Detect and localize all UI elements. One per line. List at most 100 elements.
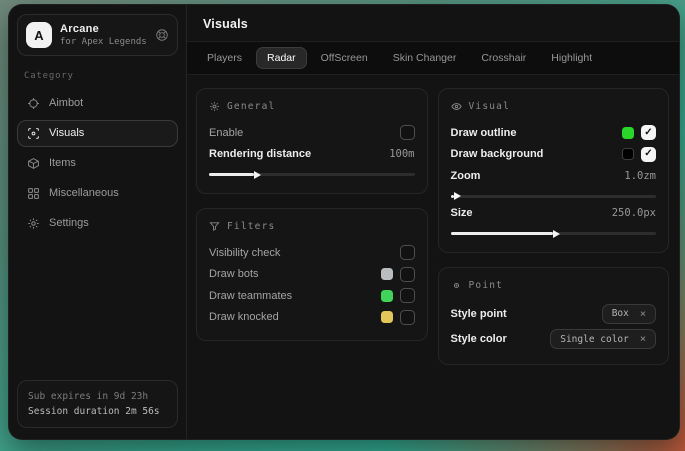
draw-teammates-checkbox[interactable] [400,288,415,303]
general-card: General Enable Rendering distance 100m [196,88,428,194]
sidebar-item-visuals[interactable]: Visuals [17,120,178,147]
draw-teammates-color-swatch[interactable] [381,290,393,302]
content: General Enable Rendering distance 100m [187,75,679,439]
app-subtitle: for Apex Legends [60,37,147,47]
draw-outline-color-swatch[interactable] [622,127,634,139]
sidebar-item-miscellaneous[interactable]: Miscellaneous [17,180,178,207]
page-title: Visuals [187,5,679,42]
draw-bots-color-swatch[interactable] [381,268,393,280]
enable-label: Enable [209,127,243,139]
grid-icon [27,187,40,200]
draw-outline-checkbox[interactable]: ✓ [641,125,656,140]
visual-card-header: Visual [451,98,657,122]
funnel-icon [209,221,220,232]
close-icon[interactable]: × [640,309,646,320]
session-duration-text: Session duration 2m 56s [28,405,167,419]
tab-highlight[interactable]: Highlight [540,47,603,69]
draw-bots-checkbox[interactable] [400,267,415,282]
draw-knocked-color-swatch[interactable] [381,311,393,323]
category-label: Category [24,71,171,81]
slider-fill [451,195,454,198]
check-icon: ✓ [644,149,652,159]
draw-background-label: Draw background [451,148,544,160]
style-point-select[interactable]: Box × [602,304,656,324]
style-color-value: Single color [560,334,629,345]
sidebar-item-aimbot[interactable]: Aimbot [17,90,178,117]
sidebar-item-label: Settings [49,217,89,229]
visibility-check-row: Visibility check [209,242,415,264]
size-label: Size [451,207,473,219]
tab-radar[interactable]: Radar [256,47,307,69]
style-color-select[interactable]: Single color × [550,329,656,349]
sidebar-item-label: Aimbot [49,97,83,109]
filters-card: Filters Visibility check Draw bots [196,208,428,341]
draw-teammates-label: Draw teammates [209,290,292,302]
main-area: Visuals Players Radar OffScreen Skin Cha… [187,5,679,439]
lifebuoy-icon[interactable] [155,28,169,42]
point-card: Point Style point Box × Style color Sing… [438,267,670,365]
app-header-card: A Arcane for Apex Legends [17,14,178,56]
rendering-distance-value: 100m [389,148,414,160]
app-title: Arcane [60,23,147,35]
draw-background-checkbox[interactable]: ✓ [641,147,656,162]
section-title: Point [469,280,504,291]
draw-knocked-checkbox[interactable] [400,310,415,325]
sidebar: A Arcane for Apex Legends Category Aimbo… [9,5,187,439]
visual-card: Visual Draw outline ✓ Draw background [438,88,670,253]
right-column: Visual Draw outline ✓ Draw background [438,88,670,365]
sidebar-item-settings[interactable]: Settings [17,210,178,237]
point-icon [451,280,462,291]
app-logo-letter: A [34,28,43,43]
style-color-row: Style color Single color × [451,327,657,353]
slider-fill [451,232,554,235]
size-value: 250.0px [612,207,656,219]
sidebar-item-label: Miscellaneous [49,187,119,199]
style-point-row: Style point Box × [451,301,657,327]
draw-background-color-swatch[interactable] [622,148,634,160]
style-point-label: Style point [451,308,507,320]
slider-fill [209,173,254,176]
rendering-distance-slider[interactable] [209,173,415,176]
app-header-text: Arcane for Apex Legends [60,23,147,47]
zoom-label: Zoom [451,170,481,182]
section-title: Visual [469,101,511,112]
eye-icon [451,101,462,112]
visibility-check-label: Visibility check [209,247,280,259]
sidebar-item-label: Items [49,157,76,169]
left-column: General Enable Rendering distance 100m [196,88,428,341]
gear-icon [27,217,40,230]
enable-row: Enable [209,122,415,144]
eye-scan-icon [27,127,40,140]
app-window: A Arcane for Apex Legends Category Aimbo… [8,4,680,440]
crosshair-icon [27,97,40,110]
draw-bots-row: Draw bots [209,264,415,286]
zoom-value: 1.0zm [624,170,656,182]
sidebar-item-items[interactable]: Items [17,150,178,177]
app-logo: A [26,22,52,48]
zoom-slider[interactable] [451,195,657,198]
draw-knocked-label: Draw knocked [209,311,279,323]
style-point-value: Box [612,308,629,319]
point-card-header: Point [451,277,657,301]
enable-checkbox[interactable] [400,125,415,140]
filters-card-header: Filters [209,218,415,242]
visibility-check-checkbox[interactable] [400,245,415,260]
sub-expires-text: Sub expires in 9d 23h [28,389,167,405]
check-icon: ✓ [644,128,652,138]
tab-offscreen[interactable]: OffScreen [310,47,379,69]
tab-bar: Players Radar OffScreen Skin Changer Cro… [187,42,679,75]
draw-bots-label: Draw bots [209,268,259,280]
sidebar-item-label: Visuals [49,127,84,139]
tab-players[interactable]: Players [196,47,253,69]
section-title: General [227,101,275,112]
rendering-distance-row: Rendering distance 100m [209,144,415,166]
close-icon[interactable]: × [640,334,646,345]
section-title: Filters [227,221,275,232]
tab-skin-changer[interactable]: Skin Changer [382,47,468,69]
tab-crosshair[interactable]: Crosshair [470,47,537,69]
rendering-distance-label: Rendering distance [209,148,311,160]
zoom-row: Zoom 1.0zm [451,165,657,187]
session-info-card: Sub expires in 9d 23h Session duration 2… [17,380,178,428]
size-row: Size 250.0px [451,203,657,225]
size-slider[interactable] [451,232,657,235]
